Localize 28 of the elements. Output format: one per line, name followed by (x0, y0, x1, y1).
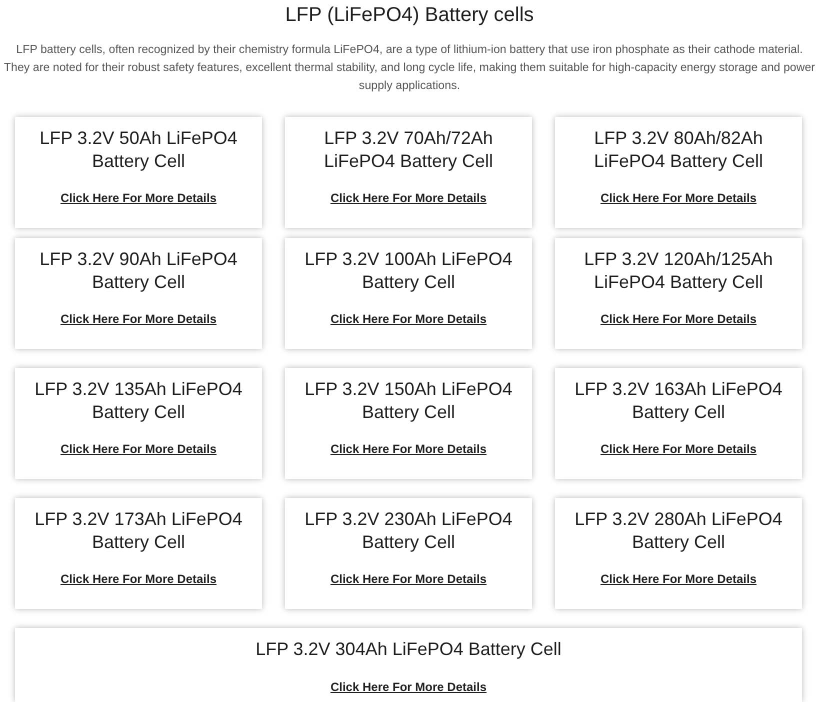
details-link[interactable]: Click Here For More Details (330, 312, 487, 326)
card-title: LFP 3.2V 50Ah LiFePO4 Battery Cell (38, 127, 238, 172)
page-title: LFP (LiFePO4) Battery cells (284, 3, 535, 28)
card-title: LFP 3.2V 100Ah LiFePO4 Battery Cell (304, 248, 514, 293)
card-title: LFP 3.2V 280Ah LiFePO4 Battery Cell (574, 508, 784, 553)
card-title: LFP 3.2V 150Ah LiFePO4 Battery Cell (304, 378, 514, 423)
details-link[interactable]: Click Here For More Details (60, 191, 217, 205)
details-link[interactable]: Click Here For More Details (330, 572, 487, 586)
card-title: LFP 3.2V 135Ah LiFePO4 Battery Cell (34, 378, 244, 423)
description-paragraph: LFP battery cells, often recognized by their chemistry formula LiFePO4, are a type of lithium-ion battery that use iron phosphate as their cathode material. They are noted for their robust safety features, excellent thermal stability, and long cycle life, making them suitable for high-capacity energy storage and power supply applications. (2, 42, 816, 94)
details-link[interactable]: Click Here For More Details (330, 191, 487, 205)
details-link[interactable]: Click Here For More Details (600, 572, 757, 586)
card-title: LFP 3.2V 70Ah/72Ah LiFePO4 Battery Cell (322, 127, 494, 172)
card-title: LFP 3.2V 163Ah LiFePO4 Battery Cell (574, 378, 784, 423)
card-title: LFP 3.2V 173Ah LiFePO4 Battery Cell (34, 508, 244, 553)
details-link[interactable]: Click Here For More Details (330, 442, 487, 456)
details-link[interactable]: Click Here For More Details (600, 442, 757, 456)
card-title: LFP 3.2V 230Ah LiFePO4 Battery Cell (304, 508, 514, 553)
details-link[interactable]: Click Here For More Details (330, 680, 487, 694)
details-link[interactable]: Click Here For More Details (60, 442, 217, 456)
details-link[interactable]: Click Here For More Details (60, 572, 217, 586)
details-link[interactable]: Click Here For More Details (600, 191, 757, 205)
card-title: LFP 3.2V 80Ah/82Ah LiFePO4 Battery Cell (592, 127, 764, 172)
card-title: LFP 3.2V 90Ah LiFePO4 Battery Cell (38, 248, 238, 293)
details-link[interactable]: Click Here For More Details (600, 312, 757, 326)
card-title: LFP 3.2V 120Ah/125Ah LiFePO4 Battery Cell (583, 248, 774, 293)
details-link[interactable]: Click Here For More Details (60, 312, 217, 326)
card-title: LFP 3.2V 304Ah LiFePO4 Battery Cell (256, 638, 562, 660)
